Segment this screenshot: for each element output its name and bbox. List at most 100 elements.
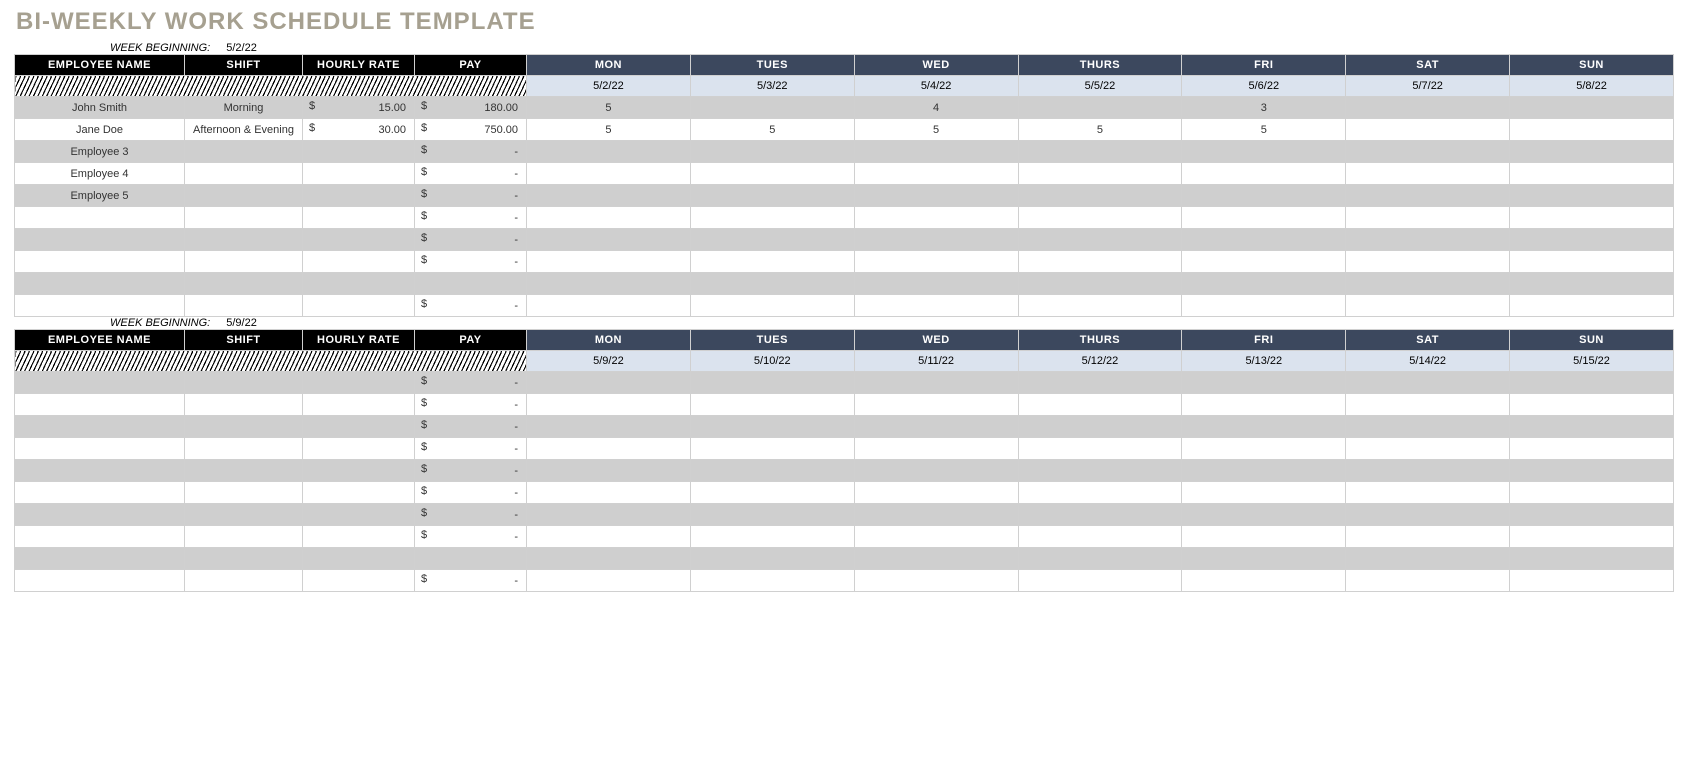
hours-cell[interactable] [1346,416,1510,438]
shift-cell[interactable] [185,548,303,570]
employee-name-cell[interactable] [15,295,185,317]
shift-cell[interactable] [185,163,303,185]
hours-cell[interactable]: 5 [1182,119,1346,141]
employee-name-cell[interactable]: Jane Doe [15,119,185,141]
hours-cell[interactable]: 5 [527,119,691,141]
shift-cell[interactable]: Morning [185,97,303,119]
pay-cell[interactable] [415,273,527,295]
hours-cell[interactable] [1018,372,1182,394]
pay-cell[interactable]: $- [415,141,527,163]
hours-cell[interactable] [1510,251,1674,273]
hours-cell[interactable] [1018,482,1182,504]
employee-name-cell[interactable]: John Smith [15,97,185,119]
hours-cell[interactable] [1346,273,1510,295]
hours-cell[interactable]: 4 [854,97,1018,119]
employee-name-cell[interactable]: Employee 5 [15,185,185,207]
hours-cell[interactable] [527,526,691,548]
hours-cell[interactable] [854,207,1018,229]
hours-cell[interactable] [854,273,1018,295]
hours-cell[interactable] [1018,295,1182,317]
shift-cell[interactable] [185,251,303,273]
hours-cell[interactable] [1182,251,1346,273]
hours-cell[interactable] [1182,295,1346,317]
pay-cell[interactable]: $- [415,207,527,229]
hours-cell[interactable] [1510,548,1674,570]
hours-cell[interactable] [690,394,854,416]
hours-cell[interactable] [527,295,691,317]
hourly-rate-cell[interactable] [303,229,415,251]
employee-name-cell[interactable]: Employee 4 [15,163,185,185]
hours-cell[interactable] [1346,119,1510,141]
hours-cell[interactable] [1018,416,1182,438]
hours-cell[interactable] [1182,229,1346,251]
hours-cell[interactable] [1510,482,1674,504]
hours-cell[interactable] [1346,163,1510,185]
hours-cell[interactable] [527,141,691,163]
hours-cell[interactable] [1182,526,1346,548]
hours-cell[interactable] [690,295,854,317]
hours-cell[interactable] [1018,394,1182,416]
hours-cell[interactable] [1346,394,1510,416]
hourly-rate-cell[interactable] [303,416,415,438]
hours-cell[interactable] [1510,460,1674,482]
hours-cell[interactable] [1346,97,1510,119]
hours-cell[interactable] [1346,570,1510,592]
hours-cell[interactable] [527,163,691,185]
hourly-rate-cell[interactable] [303,460,415,482]
hours-cell[interactable] [690,438,854,460]
hours-cell[interactable] [1510,416,1674,438]
hours-cell[interactable] [1510,229,1674,251]
hours-cell[interactable] [854,416,1018,438]
hours-cell[interactable] [1018,163,1182,185]
hours-cell[interactable] [690,460,854,482]
pay-cell[interactable]: $- [415,229,527,251]
shift-cell[interactable] [185,416,303,438]
hours-cell[interactable] [1346,295,1510,317]
hours-cell[interactable] [854,504,1018,526]
shift-cell[interactable] [185,185,303,207]
pay-cell[interactable]: $- [415,295,527,317]
shift-cell[interactable]: Afternoon & Evening [185,119,303,141]
shift-cell[interactable] [185,438,303,460]
shift-cell[interactable] [185,394,303,416]
hours-cell[interactable] [1182,394,1346,416]
hours-cell[interactable] [527,372,691,394]
hourly-rate-cell[interactable] [303,185,415,207]
hours-cell[interactable] [1346,207,1510,229]
hours-cell[interactable] [690,251,854,273]
pay-cell[interactable]: $- [415,416,527,438]
hours-cell[interactable]: 3 [1182,97,1346,119]
hours-cell[interactable] [1346,482,1510,504]
hours-cell[interactable] [1510,504,1674,526]
shift-cell[interactable] [185,460,303,482]
hours-cell[interactable] [690,207,854,229]
hours-cell[interactable] [1018,185,1182,207]
hours-cell[interactable] [1182,548,1346,570]
hours-cell[interactable] [1346,548,1510,570]
hours-cell[interactable] [527,251,691,273]
pay-cell[interactable]: $- [415,504,527,526]
hours-cell[interactable] [527,570,691,592]
hours-cell[interactable] [690,141,854,163]
hours-cell[interactable] [1346,526,1510,548]
employee-name-cell[interactable] [15,548,185,570]
pay-cell[interactable]: $- [415,185,527,207]
hours-cell[interactable] [527,273,691,295]
pay-cell[interactable]: $- [415,251,527,273]
pay-cell[interactable]: $- [415,438,527,460]
hours-cell[interactable] [690,504,854,526]
pay-cell[interactable]: $- [415,394,527,416]
hours-cell[interactable] [854,570,1018,592]
pay-cell[interactable]: $- [415,482,527,504]
hours-cell[interactable] [690,570,854,592]
hourly-rate-cell[interactable] [303,548,415,570]
hours-cell[interactable] [1182,163,1346,185]
hourly-rate-cell[interactable] [303,570,415,592]
hours-cell[interactable] [1018,229,1182,251]
hours-cell[interactable] [1018,251,1182,273]
hours-cell[interactable] [1018,438,1182,460]
hourly-rate-cell[interactable] [303,526,415,548]
employee-name-cell[interactable] [15,372,185,394]
hours-cell[interactable] [1510,97,1674,119]
hours-cell[interactable] [690,548,854,570]
